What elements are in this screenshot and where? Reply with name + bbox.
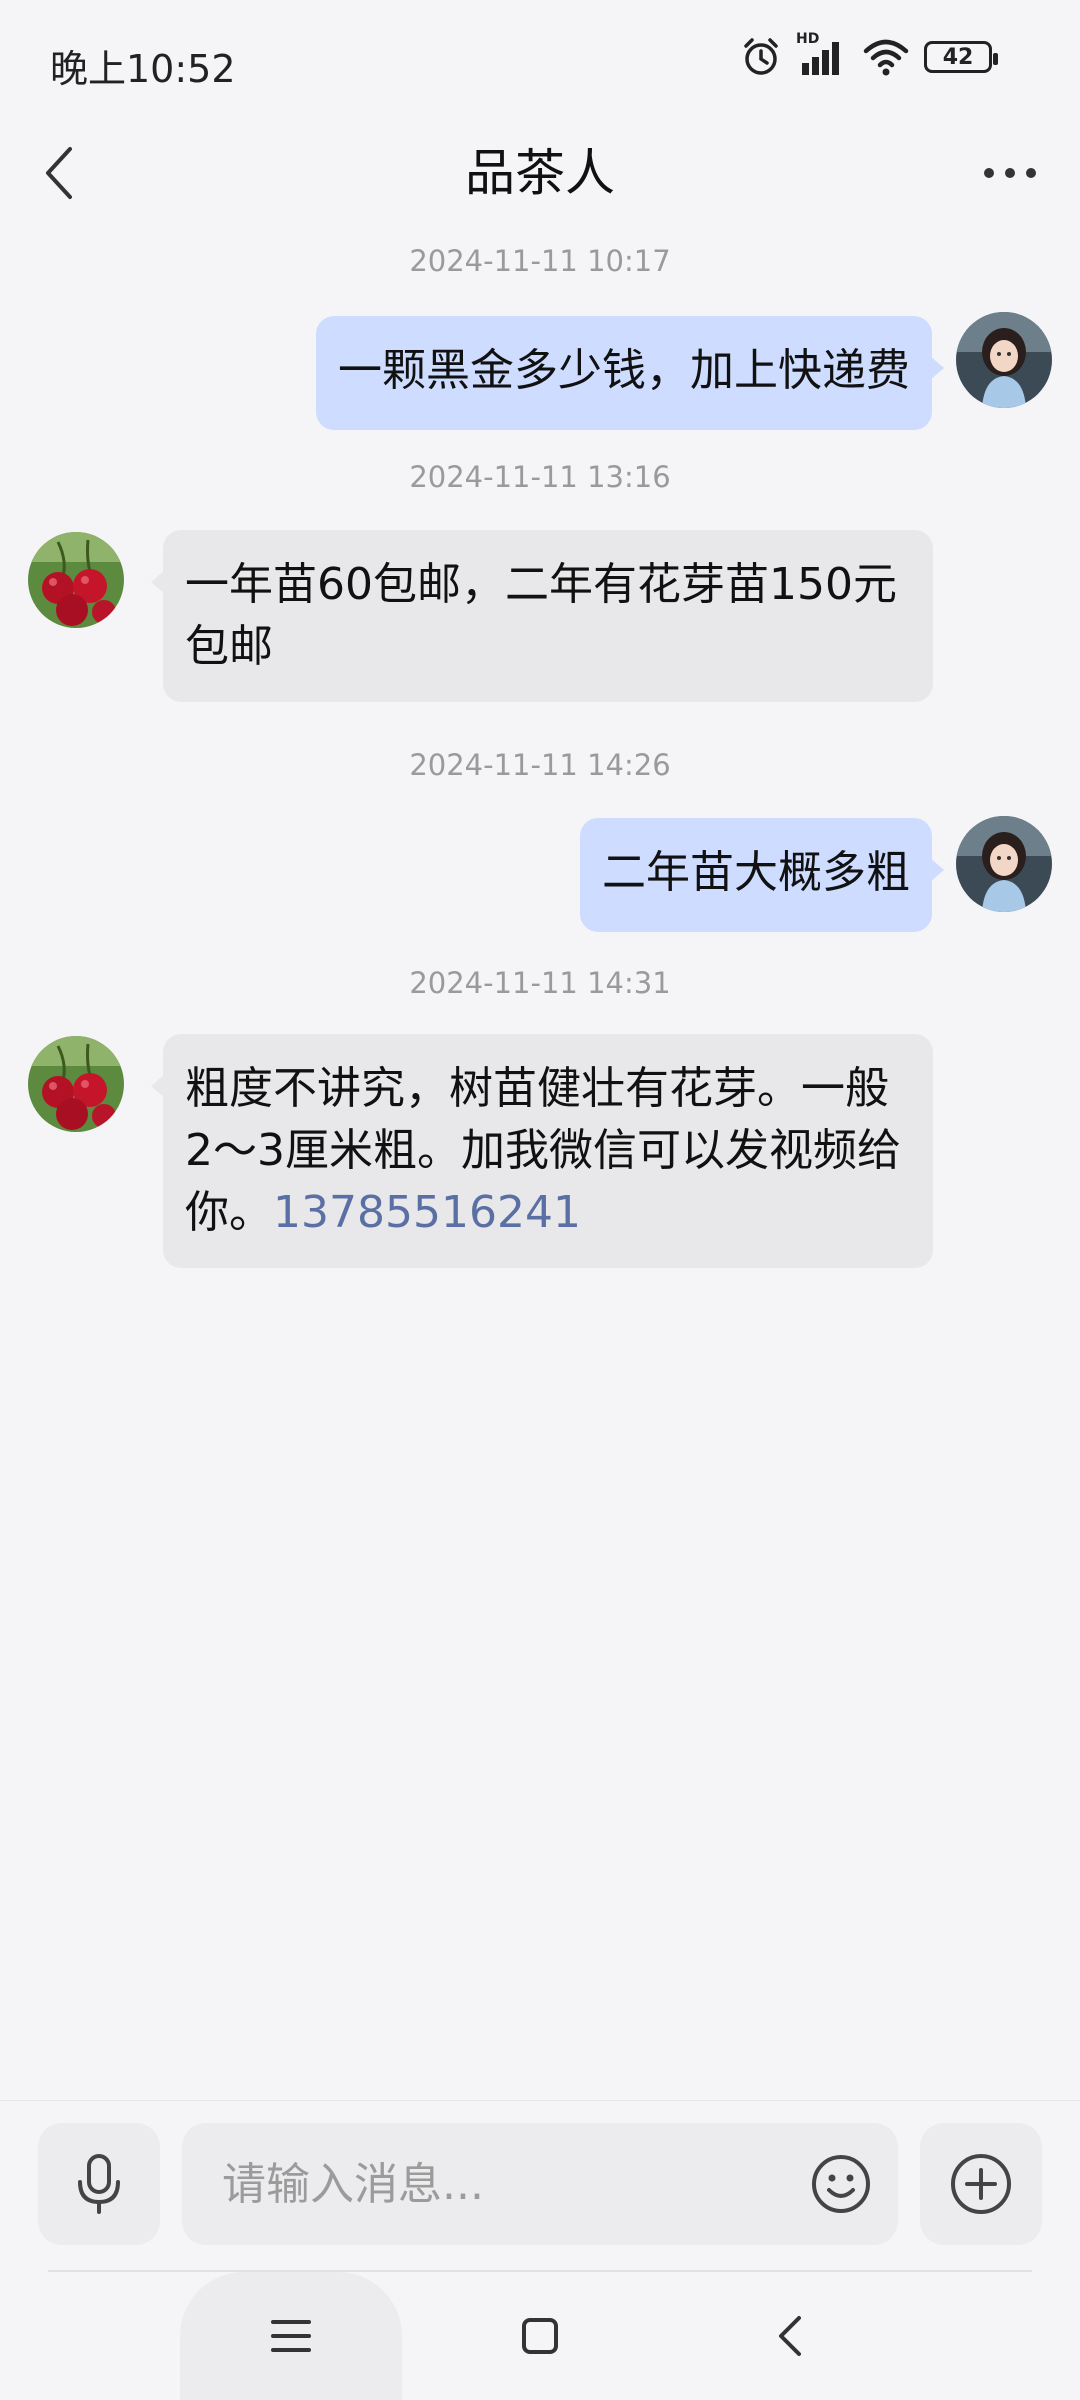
wifi-icon — [862, 37, 910, 77]
microphone-icon — [78, 2154, 120, 2214]
alarm-icon — [740, 36, 782, 78]
message-text: 一颗黑金多少钱，加上快递费 — [338, 345, 910, 396]
battery-icon: 42 — [924, 41, 998, 73]
chat-header: 品茶人 — [0, 128, 1080, 218]
message-text: 二年苗大概多粗 — [602, 847, 910, 898]
message-text: 一年苗60包邮，二年有花芽苗150元包邮 — [185, 559, 897, 672]
status-time: 晚上10:52 — [50, 47, 236, 91]
emoji-icon — [812, 2155, 870, 2213]
my-avatar[interactable] — [956, 816, 1052, 912]
chevron-left-icon — [46, 147, 72, 199]
signal-icon: HD — [796, 31, 848, 77]
message-text-field[interactable] — [222, 2123, 782, 2245]
message-input-bar — [0, 2100, 1080, 2270]
system-nav-bar — [0, 2272, 1080, 2400]
page-title: 品茶人 — [465, 144, 615, 202]
my-avatar[interactable] — [956, 312, 1052, 408]
message-timestamp: 2024-11-11 13:16 — [409, 460, 671, 494]
more-options-button[interactable] — [970, 128, 1050, 218]
contact-message-bubble[interactable]: 粗度不讲究，树苗健壮有花芽。一般2～3厘米粗。加我微信可以发视频给你。13785… — [151, 1034, 933, 1268]
contact-message-bubble[interactable]: 一年苗60包邮，二年有花芽苗150元包邮 — [151, 530, 933, 702]
voice-input-button[interactable] — [38, 2123, 160, 2245]
home-button[interactable] — [490, 2272, 590, 2400]
more-dots-icon — [984, 168, 1036, 178]
message-timestamp: 2024-11-11 10:17 — [409, 244, 671, 278]
more-actions-button[interactable] — [920, 2123, 1042, 2245]
my-message-bubble[interactable]: 二年苗大概多粗 — [580, 818, 944, 932]
home-square-icon — [522, 2318, 558, 2354]
message-input[interactable] — [182, 2123, 898, 2245]
hd-label: HD — [796, 31, 820, 47]
phone-number-link[interactable]: 13785516241 — [273, 1187, 581, 1238]
status-bar: 晚上10:52 HD 42 — [0, 0, 1080, 128]
emoji-button[interactable] — [810, 2153, 872, 2215]
message-timestamp: 2024-11-11 14:26 — [409, 748, 671, 782]
contact-avatar[interactable] — [28, 532, 124, 628]
chat-screen: 晚上10:52 HD 42 品茶人 2024-11-11 10:17 一颗黑金多… — [0, 0, 1080, 2400]
contact-avatar[interactable] — [28, 1036, 124, 1132]
back-chevron-icon — [779, 2316, 801, 2356]
plus-circle-icon — [951, 2154, 1011, 2214]
back-button[interactable] — [20, 128, 100, 218]
my-message-bubble[interactable]: 一颗黑金多少钱，加上快递费 — [316, 316, 944, 430]
system-back-button[interactable] — [740, 2272, 840, 2400]
message-timestamp: 2024-11-11 14:31 — [409, 966, 671, 1000]
recent-apps-button[interactable] — [180, 2272, 402, 2400]
menu-icon — [271, 2320, 311, 2352]
status-icons: HD 42 — [740, 31, 998, 78]
